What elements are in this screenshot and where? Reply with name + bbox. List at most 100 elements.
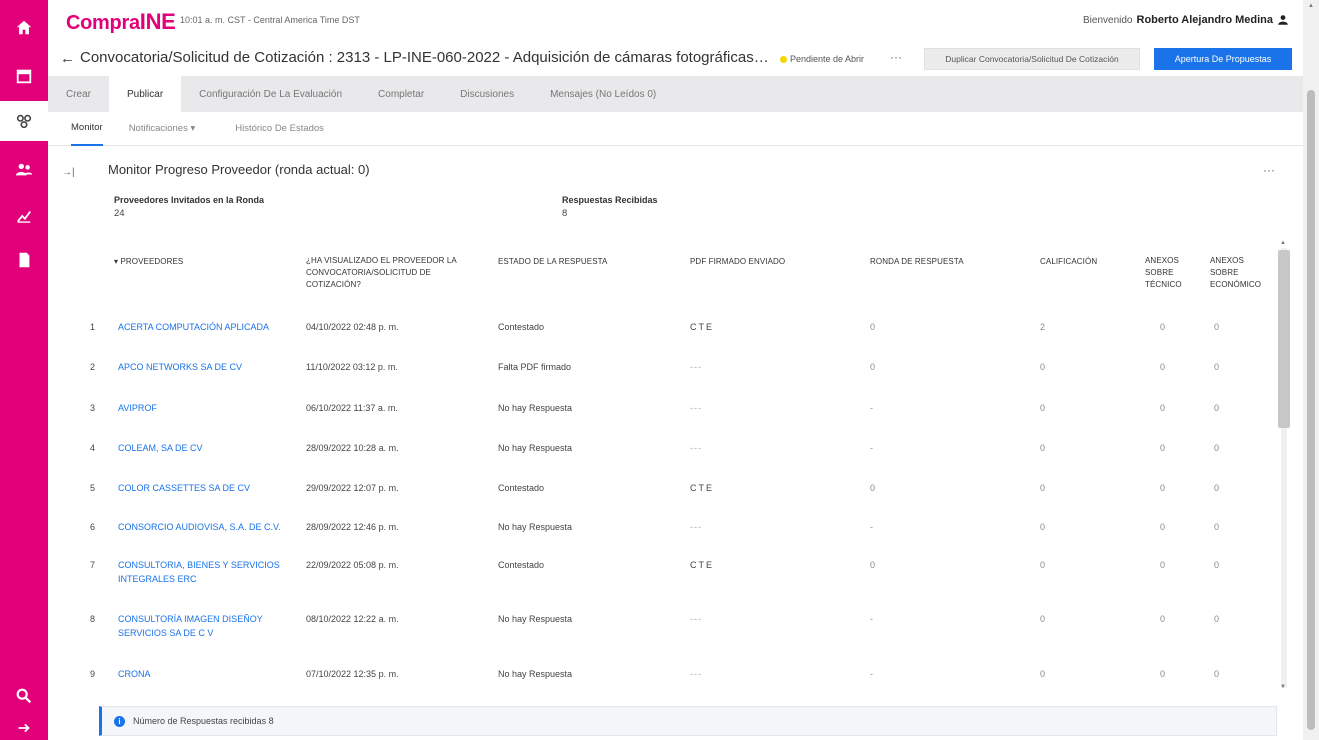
response-status: No hay Respuesta [498,522,573,532]
tab-crear[interactable]: Crear [48,76,109,112]
search-icon[interactable] [0,676,48,716]
response-status: Contestado [498,322,545,332]
invited-value: 24 [114,208,125,219]
title-bar: ← Convocatoria/Solicitud de Cotización :… [48,40,1303,76]
info-banner: i Número de Respuestas recibidas 8 [99,706,1277,736]
received-stat: Respuestas Recibidas 8 [562,195,658,219]
status-badge: Pendiente de Abrir [780,54,864,64]
page-scroll-up-icon[interactable]: ▲ [1308,3,1314,9]
viewed-date: 04/10/2022 02:48 p. m. [306,322,399,332]
subtab-notificaciones[interactable]: Notificaciones ▾ [129,112,220,146]
row-number: 2 [90,362,96,372]
row-number: 9 [90,669,96,679]
row-number: 3 [90,403,96,413]
supplier-link[interactable]: CONSORCIO AUDIOVISA, S.A. DE C.V. [118,520,296,534]
annex-econ: 0 [1214,560,1220,570]
collapse-panel-icon[interactable]: →| [62,167,75,178]
info-text: Número de Respuestas recibidas 8 [133,716,274,726]
clock-text: 10:01 a. m. CST - Central America Time D… [180,15,360,25]
annex-tech: 0 [1160,362,1166,372]
annex-tech: 0 [1160,614,1166,624]
welcome-area: Bienvenido Roberto Alejandro Medina [1083,14,1289,26]
response-status: No hay Respuesta [498,669,573,679]
users-icon[interactable] [0,150,48,190]
annex-tech: 0 [1160,322,1166,332]
header-calificacion: CALIFICACIÓN [1040,257,1098,266]
top-bar: CompraINE 10:01 a. m. CST - Central Amer… [48,0,1303,40]
header-pdf: PDF FIRMADO ENVIADO [690,257,786,266]
supplier-link[interactable]: AVIPROF [118,401,293,415]
viewed-date: 29/09/2022 12:07 p. m. [306,483,399,493]
header-anexos-tecnico: ANEXOS SOBRE TÉCNICO [1145,256,1182,289]
pdf-sent: CTE [690,483,714,493]
duplicate-button[interactable]: Duplicar Convocatoria/Solicitud De Cotiz… [924,48,1140,70]
section-more-button[interactable]: ··· [1263,163,1275,177]
viewed-date: 11/10/2022 03:12 p. m. [306,362,398,372]
pdf-sent: --- [690,403,702,413]
more-options-button[interactable]: ··· [890,50,902,64]
annex-econ: 0 [1214,669,1220,679]
response-round: - [870,403,873,413]
received-label: Respuestas Recibidas [562,195,658,205]
supplier-link[interactable]: CONSULTORÍA IMAGEN DISEÑOY SERVICIOS SA … [118,612,290,640]
info-icon: i [114,715,125,727]
annex-tech: 0 [1160,443,1166,453]
header-proveedores[interactable]: ▾ PROVEEDORES [114,256,183,268]
viewed-date: 28/09/2022 10:28 a. m. [306,443,399,453]
supplier-link[interactable]: CRONA [118,667,293,681]
supplier-link[interactable]: ACERTA COMPUTACIÓN APLICADA [118,320,293,334]
supplier-link[interactable]: APCO NETWORKS SA DE CV [118,360,293,374]
score: 2 [1040,322,1046,332]
section-title: Monitor Progreso Proveedor (ronda actual… [108,162,370,177]
user-name[interactable]: Roberto Alejandro Medina [1137,14,1274,26]
page-scrollbar-thumb[interactable] [1307,90,1315,730]
response-status: Falta PDF firmado [498,362,572,372]
subtab-historico[interactable]: Histórico De Estados [235,112,348,146]
annex-econ: 0 [1214,614,1220,624]
annex-econ: 0 [1214,443,1220,453]
viewed-date: 28/09/2022 12:46 p. m. [306,522,399,532]
network-icon[interactable] [0,101,48,141]
subtab-monitor[interactable]: Monitor [71,112,103,146]
calendar-icon[interactable] [0,56,48,96]
scrollbar-thumb[interactable] [1278,250,1290,428]
scroll-down-icon[interactable]: ▼ [1280,684,1286,690]
viewed-date: 22/09/2022 05:08 p. m. [306,560,399,570]
side-rail [0,0,48,740]
tab-completar[interactable]: Completar [360,76,442,112]
invited-stat: Proveedores Invitados en la Ronda 24 [114,195,264,219]
home-icon[interactable] [0,8,48,48]
tab-publicar[interactable]: Publicar [109,76,182,112]
supplier-link[interactable]: CONSULTORIA, BIENES Y SERVICIOS INTEGRAL… [118,558,298,586]
pdf-sent: CTE [690,322,714,332]
pdf-sent: --- [690,614,702,624]
user-icon[interactable] [1277,14,1289,26]
pdf-sent: --- [690,362,702,372]
supplier-link[interactable]: COLOR CASSETTES SA DE CV [118,481,293,495]
row-number: 4 [90,443,96,453]
status-dot-icon [780,55,787,63]
pdf-sent: --- [690,443,702,453]
open-proposals-button[interactable]: Apertura De Propuestas [1154,48,1292,70]
tab-mensajes[interactable]: Mensajes (No Leídos 0) [532,76,674,112]
annex-tech: 0 [1160,483,1166,493]
scroll-up-icon[interactable]: ▲ [1280,240,1286,246]
supplier-link[interactable]: COLEAM, SA DE CV [118,441,293,455]
annex-tech: 0 [1160,403,1166,413]
back-arrow-icon[interactable]: ← [60,50,75,67]
tab-configuracion[interactable]: Configuración De La Evaluación [181,76,360,112]
pdf-sent: CTE [690,560,714,570]
response-round: 0 [870,483,876,493]
page-scrollbar[interactable]: ▲ [1303,0,1319,740]
arrow-right-icon[interactable] [0,716,48,740]
page-title: Convocatoria/Solicitud de Cotización : 2… [80,49,770,66]
document-icon[interactable] [0,240,48,280]
response-status: Contestado [498,483,545,493]
header-ronda: RONDA DE RESPUESTA [870,257,964,266]
chart-icon[interactable] [0,196,48,236]
tab-discusiones[interactable]: Discusiones [442,76,532,112]
header-estado: ESTADO DE LA RESPUESTA [498,257,608,266]
score: 0 [1040,614,1046,624]
table-scrollbar[interactable]: ▲ ▼ [1278,240,1290,695]
viewed-date: 06/10/2022 11:37 a. m. [306,403,398,413]
